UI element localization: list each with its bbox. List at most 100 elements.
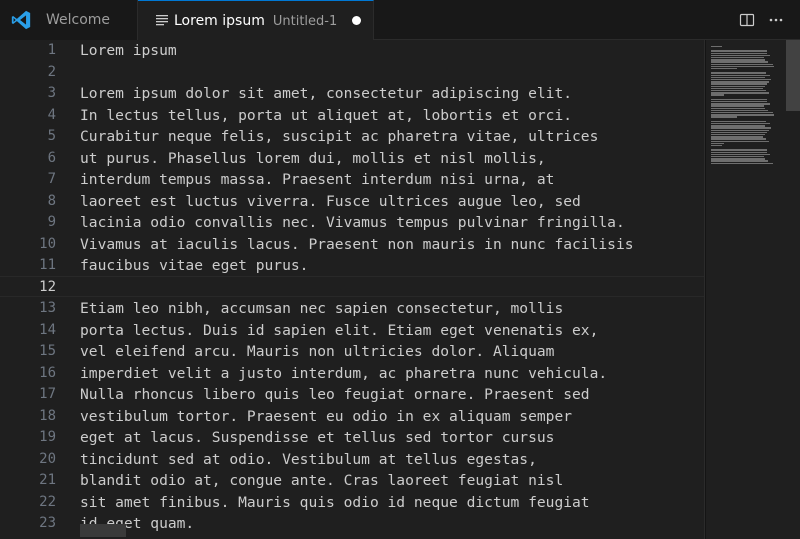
line-number: 6 — [47, 149, 56, 166]
code-line[interactable]: In lectus tellus, porta ut aliquet at, l… — [80, 105, 704, 127]
minimap-line — [711, 94, 724, 96]
code-line[interactable]: Etiam leo nibh, accumsan nec sapien cons… — [80, 298, 704, 320]
minimap-line — [711, 72, 766, 74]
line-number: 22 — [39, 493, 56, 510]
line-number: 15 — [39, 343, 56, 359]
code-line[interactable]: interdum tempus massa. Praesent interdum… — [80, 169, 704, 191]
vertical-scrollbar-thumb[interactable] — [786, 40, 800, 111]
code-line[interactable]: vel eleifend arcu. Mauris non ultricies … — [80, 341, 704, 363]
code-line[interactable]: ut purus. Phasellus lorem dui, mollis et… — [80, 148, 704, 170]
minimap-line — [711, 158, 765, 160]
minimap-line — [711, 156, 764, 158]
split-editor-icon — [739, 13, 755, 27]
minimap[interactable] — [704, 40, 784, 539]
code-line[interactable]: imperdiet velit a justo interdum, ac pha… — [80, 363, 704, 385]
code-line[interactable]: Curabitur neque felis, suscipit ac phare… — [80, 126, 704, 148]
line-number: 23 — [39, 515, 56, 531]
minimap-line — [711, 92, 769, 94]
code-line[interactable]: lacinia odio convallis nec. Vivamus temp… — [80, 212, 704, 234]
text-file-icon — [156, 15, 168, 26]
code-line[interactable]: porta lectus. Duis id sapien elit. Etiam… — [80, 320, 704, 342]
minimap-line — [711, 83, 767, 85]
minimap-line — [711, 50, 767, 52]
line-number: 2 — [47, 63, 56, 80]
minimap-line — [711, 136, 763, 138]
code-line[interactable]: vestibulum tortor. Praesent eu odio in e… — [80, 406, 704, 428]
line-number: 1 — [47, 42, 56, 58]
minimap-line — [711, 114, 774, 116]
line-number: 16 — [39, 364, 56, 381]
minimap-line — [711, 68, 737, 70]
minimap-line — [711, 112, 773, 114]
minimap-line — [711, 127, 771, 129]
line-number: 3 — [47, 85, 56, 101]
code-area[interactable]: Lorem ipsum Lorem ipsum dolor sit amet, c… — [80, 40, 704, 535]
minimap-line — [711, 125, 765, 127]
line-number: 11 — [39, 257, 56, 273]
minimap-line — [711, 160, 768, 162]
more-actions-button[interactable] — [765, 9, 787, 31]
split-editor-button[interactable] — [736, 9, 758, 31]
code-line[interactable]: blandit odio at, congue ante. Cras laore… — [80, 470, 704, 492]
line-number: 9 — [47, 214, 56, 230]
line-number: 21 — [39, 472, 56, 488]
editor-tab-bar: Welcome Lorem ipsum Untitled-1 — [0, 0, 800, 41]
code-line[interactable]: Lorem ipsum dolor sit amet, consectetur … — [80, 83, 704, 105]
unsaved-dot-icon[interactable] — [352, 16, 361, 25]
minimap-line — [711, 79, 771, 81]
line-number: 14 — [39, 321, 56, 338]
minimap-line — [711, 57, 764, 59]
code-line[interactable]: laoreet est luctus viverra. Fusce ultric… — [80, 191, 704, 213]
minimap-line — [711, 140, 769, 142]
tab-lorem-ipsum-label: Lorem ipsum — [174, 13, 265, 29]
code-line[interactable]: Vivamus at iaculis lacus. Praesent non m… — [80, 234, 704, 256]
minimap-line — [711, 138, 766, 140]
more-actions-icon — [769, 18, 783, 22]
line-number: 20 — [39, 450, 56, 467]
code-line[interactable] — [80, 62, 704, 84]
minimap-line — [711, 145, 722, 147]
vertical-scrollbar-track[interactable] — [784, 40, 800, 539]
line-number: 10 — [39, 235, 56, 252]
tab-welcome[interactable]: Welcome — [0, 0, 138, 40]
minimap-line — [711, 151, 767, 153]
minimap-line — [711, 76, 765, 79]
minimap-line — [711, 107, 765, 109]
line-number: 17 — [39, 386, 56, 402]
horizontal-scrollbar-thumb[interactable] — [80, 524, 126, 537]
minimap-line — [711, 63, 773, 65]
minimap-line — [711, 85, 765, 87]
text-editor[interactable]: 1 2 3 4 5 6 7 8 9 10 11 12 13 14 15 16 17 18 19 20 21 22 23 Lo… — [0, 40, 800, 539]
minimap-line — [711, 116, 737, 118]
line-number-gutter: 1 2 3 4 5 6 7 8 9 10 11 12 13 14 15 16 17 18 19 20 21 22 23 — [0, 40, 56, 535]
tab-lorem-ipsum[interactable]: Lorem ipsum Untitled-1 — [138, 0, 374, 41]
code-line[interactable]: sit amet finibus. Mauris quis odio id ne… — [80, 492, 704, 514]
minimap-line — [711, 134, 765, 136]
vscode-logo-icon — [11, 10, 31, 30]
minimap-line — [711, 103, 770, 105]
minimap-line — [711, 105, 764, 107]
line-number: 13 — [39, 300, 56, 316]
minimap-line — [711, 46, 722, 48]
code-line[interactable] — [80, 277, 704, 299]
code-line[interactable]: eget at lacus. Suspendisse et tellus sed… — [80, 427, 704, 449]
code-line[interactable]: Lorem ipsum — [80, 40, 704, 62]
minimap-line — [711, 129, 769, 131]
minimap-line — [711, 142, 724, 145]
tab-description: Untitled-1 — [272, 13, 338, 29]
minimap-line — [711, 162, 773, 164]
minimap-line — [711, 98, 767, 101]
line-number: 19 — [39, 429, 56, 445]
minimap-line — [711, 61, 768, 63]
code-line[interactable]: id eget quam. — [80, 513, 704, 535]
code-line[interactable]: Nulla rhoncus libero quis leo feugiat or… — [80, 384, 704, 406]
minimap-line — [711, 87, 763, 90]
code-line[interactable]: faucibus vitae eget purus. — [80, 255, 704, 277]
line-number: 8 — [47, 192, 56, 209]
minimap-line — [711, 131, 767, 134]
minimap-line — [711, 109, 768, 112]
minimap-line — [711, 65, 774, 68]
line-number: 4 — [47, 106, 56, 123]
line-number: 18 — [39, 407, 56, 424]
code-line[interactable]: tincidunt sed at odio. Vestibulum at tel… — [80, 449, 704, 471]
